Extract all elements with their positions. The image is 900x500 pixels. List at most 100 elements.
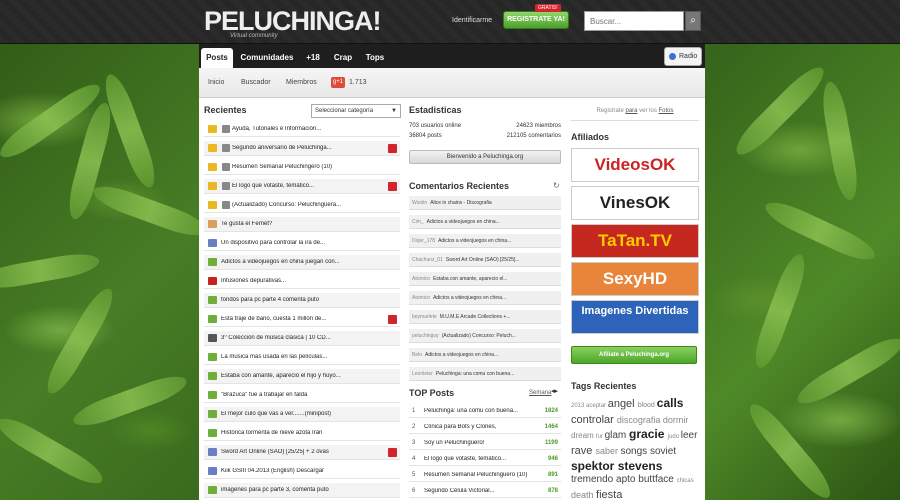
login-prompt-register[interactable]: Registrate [596,108,623,114]
refresh-icon[interactable]: ↻ [553,181,560,190]
comment-post-title[interactable]: Peluchinga: una comu con buena... [436,371,514,377]
search-icon[interactable]: ⌕ [685,11,701,31]
post-title[interactable]: 3° Colección de música clásica | 10 CD..… [221,335,371,341]
tag-link[interactable]: dormir [663,415,689,425]
tab-crap[interactable]: Crap [329,48,357,68]
post-row[interactable]: Estaba con amante, aparecio el hijo y hu… [204,369,400,384]
top-post-title[interactable]: Peluchinga: una comu con buena... [424,408,534,414]
comment-row[interactable]: Leonleter Peluchinga: una comu con buena.… [409,367,561,381]
tag-link[interactable]: tremendo [571,474,616,485]
comment-row[interactable]: Dojer_178 Adictos a videojuegos en china.… [409,234,561,248]
comment-user[interactable]: Cim_ [412,219,424,225]
tag-link[interactable]: rave [571,445,595,457]
post-row[interactable]: 3° Colección de música clásica | 10 CD..… [204,331,400,346]
tag-link[interactable]: angel [608,398,638,410]
post-row[interactable]: Adictos a videojuegos en china juegan co… [204,255,400,270]
tag-link[interactable]: discografia [617,415,663,425]
post-title[interactable]: Ayuda, Tutoriales e Información... [232,126,382,132]
tag-link[interactable]: chicas [677,478,694,484]
comment-row[interactable]: Atomico Estaba con amante, aparecio el... [409,272,561,286]
comment-row[interactable]: Atomico Adictos a videojuegos en china... [409,291,561,305]
comment-post-title[interactable]: Alice in chains - Discografia [430,200,491,206]
top-post-row[interactable]: 4 El logo que votaste, temático... 946 [409,452,561,466]
post-title[interactable]: Histórica tormenta de nieve azota Irán [221,430,371,436]
tag-link[interactable]: songs [620,446,649,457]
comment-row[interactable]: Cim_ Adictos a videojuegos en china... [409,215,561,229]
tag-link[interactable]: judo [668,434,681,440]
top-post-title[interactable]: El logo que votaste, temático... [424,456,534,462]
comment-row[interactable]: Woolin Alice in chains - Discografia [409,196,561,210]
affiliate-banner[interactable]: SexyHD [571,262,699,296]
comment-user[interactable]: Chachunz_01 [412,257,443,263]
post-row[interactable]: Ayuda, Tutoriales e Información... [204,122,400,137]
post-title[interactable]: Kiik GSIII 04.2013 (English) Descargar [221,468,371,474]
tab-tops[interactable]: Tops [361,48,389,68]
tag-link[interactable]: aceptar [586,403,608,409]
comment-row[interactable]: beymarlete M.U.M.E Arcade Collections +..… [409,310,561,324]
top-post-title[interactable]: Resumen Semanal Peluchinguero (10) [424,472,534,478]
tag-link[interactable]: controlar [571,414,617,426]
post-row[interactable]: imagenes para pc parte 3, comenta puto [204,483,400,498]
post-title[interactable]: Un dispositivo para controlar la ira de.… [221,240,371,246]
tag-link[interactable]: spektor [571,459,618,473]
affiliate-button[interactable]: Afiliate a Peluchinga.org [571,346,697,364]
subnav-inicio[interactable]: Inicio [208,79,224,86]
comment-user[interactable]: peluchinguy [412,333,439,339]
post-title[interactable]: Segundo aniversario de Peluchinga... [232,145,382,151]
tag-link[interactable]: 2013 [571,403,586,409]
top-post-row[interactable]: 3 Soy un Peluchinguero! 1199 [409,436,561,450]
category-select[interactable]: Seleccionar categoría [311,104,401,118]
comment-post-title[interactable]: Adictos a videojuegos en china... [427,219,500,225]
post-title[interactable]: La musica mas usada en las películas... [221,354,371,360]
post-row[interactable]: Kiik GSIII 04.2013 (English) Descargar [204,464,400,479]
post-title[interactable]: Resumen Semanal Peluchingero (10) [232,164,382,170]
post-row[interactable]: El mejor culo que vas a ver.......(minip… [204,407,400,422]
comment-post-title[interactable]: (Actualizado) Concurso: Peluch... [442,333,516,339]
post-row[interactable]: Te gusta el Fernet? [204,217,400,232]
post-row[interactable]: Infusiones depurativas... [204,274,400,289]
comment-post-title[interactable]: Estaba con amante, aparecio el... [433,276,508,282]
comment-post-title[interactable]: Adictos a videojuegos en china... [425,352,498,358]
tag-link[interactable]: dream [571,431,596,440]
comment-post-title[interactable]: Adictos a videojuegos en china... [438,238,511,244]
top-period-selector[interactable]: Semana [529,390,551,396]
login-prompt-photos[interactable]: Fotos [659,108,674,114]
tag-link[interactable]: death [571,490,596,500]
post-title[interactable]: Adictos a videojuegos en china juegan co… [221,259,371,265]
post-title[interactable]: El logo que votaste, temático... [232,183,382,189]
post-title[interactable]: imagenes para pc parte 3, comenta puto [221,487,371,493]
post-row[interactable]: fondos para pc parte 4 comenta puto [204,293,400,308]
post-title[interactable]: fondos para pc parte 4 comenta puto [221,297,371,303]
post-title[interactable]: Sword Art Online (SAO) [25/25] + 2 ovas [221,449,371,455]
login-prompt-link[interactable]: para [625,108,637,114]
tag-link[interactable]: glam [605,430,629,441]
post-row[interactable]: Un dispositivo para controlar la ira de.… [204,236,400,251]
tag-link[interactable]: apto [616,474,638,485]
comment-user[interactable]: Leonleter [412,371,433,377]
comment-user[interactable]: Belo [412,352,422,358]
comment-user[interactable]: beymarlete [412,314,437,320]
post-row[interactable]: Resumen Semanal Peluchingero (10) [204,160,400,175]
comment-user[interactable]: Woolin [412,200,427,206]
tab-posts[interactable]: Posts [201,48,233,68]
top-post-row[interactable]: 6 Segundo Célula Victorial... 878 [409,484,561,498]
comment-post-title[interactable]: Sword Art Online (SAO) [25/25]... [446,257,520,263]
tag-link[interactable]: buttface [638,474,676,485]
tag-link[interactable]: stevens [618,459,663,473]
subnav-buscador[interactable]: Buscador [241,79,271,86]
post-row[interactable]: Segundo aniversario de Peluchinga... [204,141,400,156]
comment-row[interactable]: Belo Adictos a videojuegos en china... [409,348,561,362]
post-row[interactable]: Esta traje de baño, cuesta 1 millón de..… [204,312,400,327]
top-post-row[interactable]: 2 Clínica para Bots y Clones, 1464 [409,420,561,434]
gplus-button[interactable]: g+1 [331,77,345,88]
tag-link[interactable]: blood [638,402,657,409]
affiliate-banner[interactable]: Imagenes Divertidas [571,300,699,334]
tag-link[interactable]: gracie [629,427,668,441]
post-row[interactable]: Histórica tormenta de nieve azota Irán [204,426,400,441]
post-row[interactable]: El logo que votaste, temático... [204,179,400,194]
search-input[interactable] [584,11,684,31]
affiliate-banner[interactable]: TaTan.TV [571,224,699,258]
tab-18[interactable]: +18 [301,48,325,68]
tag-link[interactable]: leer [681,430,698,441]
register-button[interactable]: REGISTRATE YA! [503,11,569,29]
